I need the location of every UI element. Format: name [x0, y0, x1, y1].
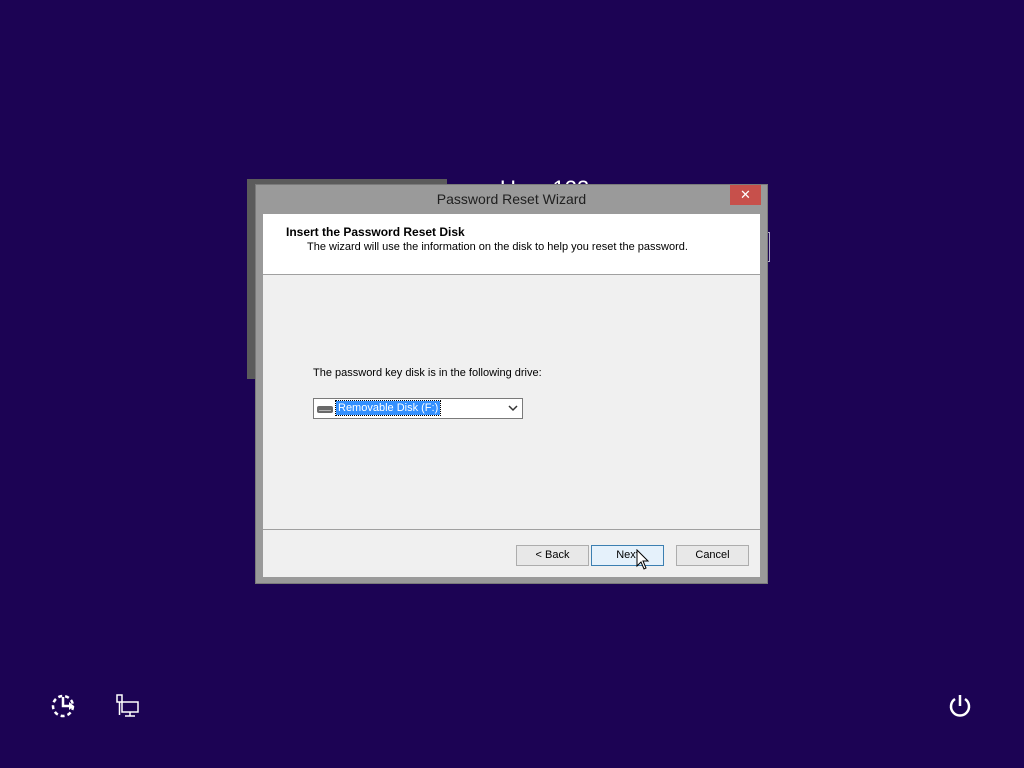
- mouse-cursor-icon: [636, 549, 650, 570]
- dialog-client-area: Insert the Password Reset Disk The wizar…: [263, 214, 760, 577]
- chevron-down-icon[interactable]: [508, 400, 518, 419]
- dialog-titlebar[interactable]: Password Reset Wizard ✕: [256, 185, 767, 214]
- wizard-header: Insert the Password Reset Disk The wizar…: [263, 214, 760, 275]
- back-button[interactable]: < Back: [516, 545, 589, 566]
- drive-select-label: The password key disk is in the followin…: [313, 367, 542, 379]
- wizard-step-subtitle: The wizard will use the information on t…: [307, 241, 688, 253]
- ease-of-access-icon[interactable]: [49, 692, 77, 720]
- removable-drive-icon: [317, 406, 333, 413]
- password-reset-wizard-dialog: Password Reset Wizard ✕ Insert the Passw…: [255, 184, 768, 584]
- close-button[interactable]: ✕: [730, 185, 761, 205]
- footer-divider: [263, 529, 760, 530]
- power-icon[interactable]: [946, 692, 974, 720]
- wizard-step-title: Insert the Password Reset Disk: [286, 225, 465, 239]
- cancel-button[interactable]: Cancel: [676, 545, 749, 566]
- next-button[interactable]: Next: [591, 545, 664, 566]
- drive-select-value: Removable Disk (F:): [334, 400, 442, 416]
- network-icon[interactable]: [114, 693, 142, 721]
- drive-select[interactable]: Removable Disk (F:): [313, 398, 523, 419]
- dialog-title: Password Reset Wizard: [436, 191, 587, 207]
